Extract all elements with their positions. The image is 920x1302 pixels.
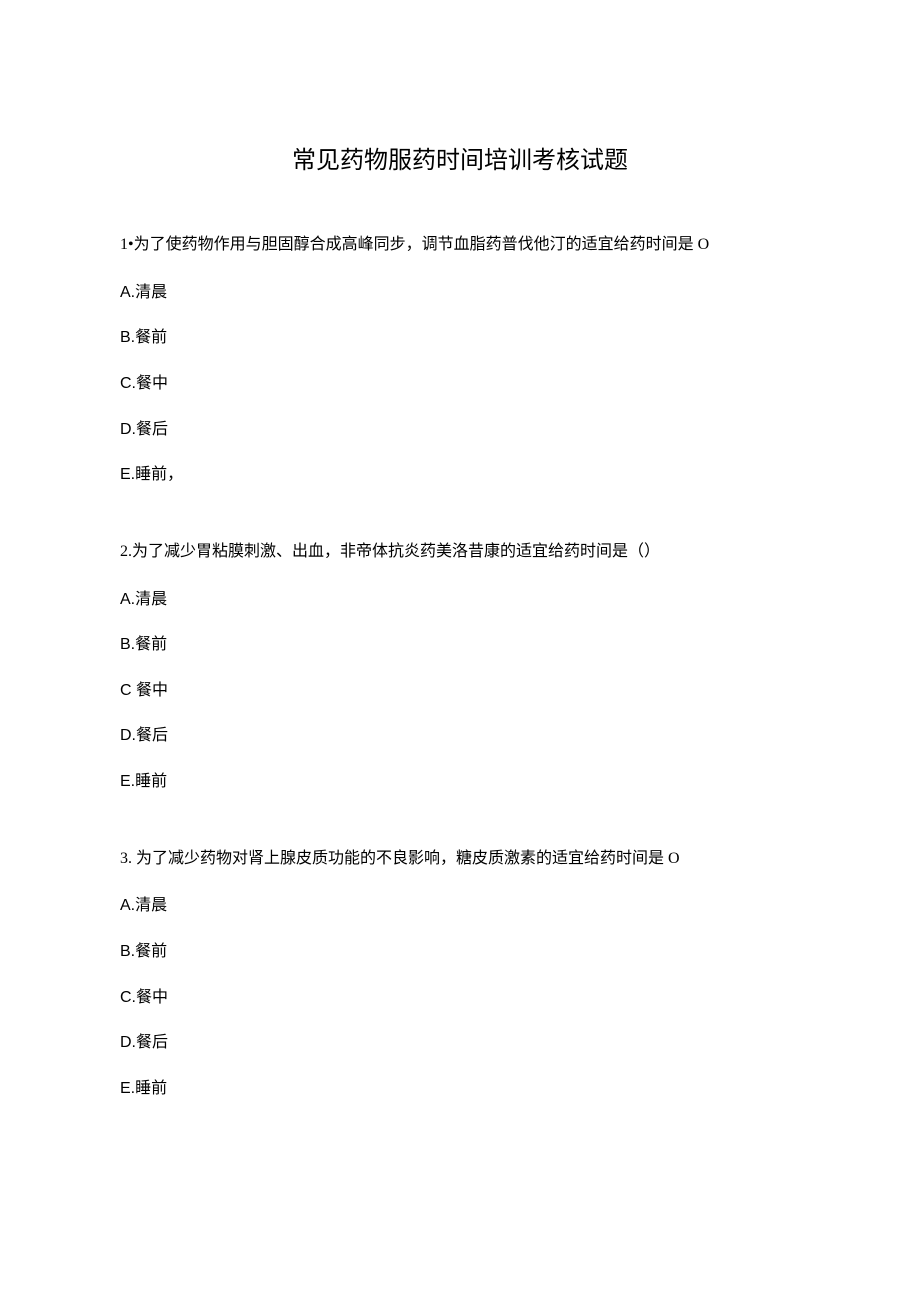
- option-text: 餐后: [136, 727, 168, 744]
- option-d: D.餐后: [120, 417, 800, 443]
- option-text: 餐前: [135, 636, 167, 653]
- option-text: 睡前: [135, 1080, 167, 1097]
- option-e: E.睡前: [120, 769, 800, 795]
- page-title: 常见药物服药时间培训考核试题: [120, 140, 800, 175]
- option-letter: B.: [120, 636, 135, 653]
- question-block: 2.为了减少胃粘膜刺激、出血，非帝体抗炎药美洛昔康的适宜给药时间是（） A.清晨…: [120, 538, 800, 795]
- option-text: 餐后: [136, 421, 168, 438]
- option-text: 餐中: [136, 375, 168, 392]
- option-letter: E.: [120, 1080, 135, 1097]
- option-letter: B.: [120, 329, 135, 346]
- option-text: 清晨: [135, 897, 167, 914]
- option-d: D.餐后: [120, 1030, 800, 1056]
- option-letter: D.: [120, 421, 136, 438]
- option-text: 餐后: [136, 1034, 168, 1051]
- option-letter: A.: [120, 897, 135, 914]
- question-text: 3. 为了减少药物对肾上腺皮质功能的不良影响，糖皮质激素的适宜给药时间是 O: [120, 845, 800, 874]
- option-text: 餐中: [136, 682, 168, 699]
- option-letter: A.: [120, 591, 135, 608]
- option-letter: D.: [120, 1034, 136, 1051]
- question-text: 2.为了减少胃粘膜刺激、出血，非帝体抗炎药美洛昔康的适宜给药时间是（）: [120, 538, 800, 567]
- option-letter: C.: [120, 989, 136, 1006]
- question-text: 1•为了使药物作用与胆固醇合成高峰同步，调节血脂药普伐他汀的适宜给药时间是 O: [120, 231, 800, 260]
- option-text: 清晨: [135, 591, 167, 608]
- option-b: B.餐前: [120, 632, 800, 658]
- option-letter: A.: [120, 284, 135, 301]
- option-text: 餐前: [135, 943, 167, 960]
- option-letter: E.: [120, 773, 135, 790]
- question-block: 1•为了使药物作用与胆固醇合成高峰同步，调节血脂药普伐他汀的适宜给药时间是 O …: [120, 231, 800, 488]
- option-letter: B.: [120, 943, 135, 960]
- option-text: 餐中: [136, 989, 168, 1006]
- option-c: C.餐中: [120, 371, 800, 397]
- option-letter: D.: [120, 727, 136, 744]
- option-e: E.睡前，: [120, 462, 800, 488]
- option-d: D.餐后: [120, 723, 800, 749]
- option-e: E.睡前: [120, 1076, 800, 1102]
- option-b: B.餐前: [120, 939, 800, 965]
- option-text: 睡前: [135, 773, 167, 790]
- option-a: A.清晨: [120, 280, 800, 306]
- option-c: C 餐中: [120, 678, 800, 704]
- option-b: B.餐前: [120, 325, 800, 351]
- option-letter: E.: [120, 466, 135, 483]
- option-text: 餐前: [135, 329, 167, 346]
- option-letter: C: [120, 682, 136, 699]
- question-block: 3. 为了减少药物对肾上腺皮质功能的不良影响，糖皮质激素的适宜给药时间是 O A…: [120, 845, 800, 1102]
- option-text: 睡前，: [135, 466, 183, 483]
- option-letter: C.: [120, 375, 136, 392]
- option-text: 清晨: [135, 284, 167, 301]
- option-c: C.餐中: [120, 985, 800, 1011]
- option-a: A.清晨: [120, 893, 800, 919]
- option-a: A.清晨: [120, 587, 800, 613]
